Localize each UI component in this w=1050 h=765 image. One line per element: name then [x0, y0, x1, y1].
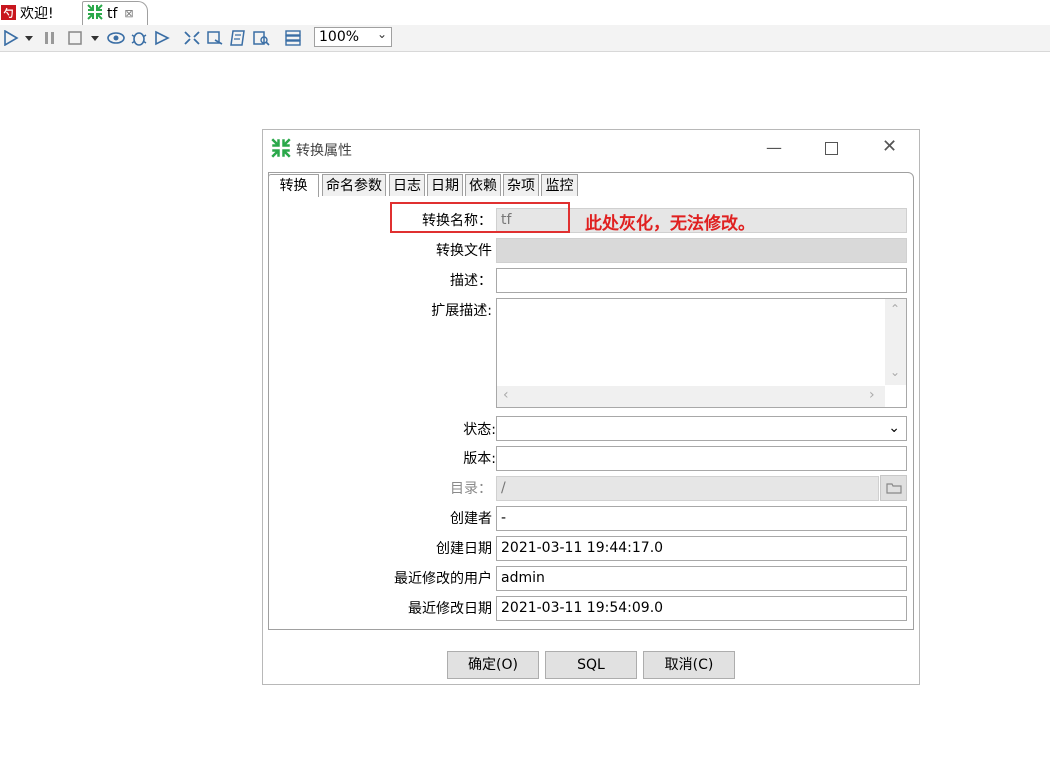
folder-icon — [885, 483, 902, 494]
ok-button[interactable]: 确定(O) — [447, 651, 539, 679]
scroll-down-icon[interactable]: ⌄ — [890, 365, 900, 379]
directory-label: 目录： — [450, 481, 492, 497]
tab-tf[interactable]: tf ⊠ — [82, 1, 148, 25]
preview-eye-icon[interactable] — [106, 29, 126, 47]
tab-welcome[interactable]: 勺 欢迎! — [0, 1, 85, 24]
replay-icon[interactable] — [152, 29, 172, 47]
version-field[interactable] — [496, 446, 907, 471]
status-select[interactable]: ⌄ — [496, 416, 907, 441]
description-field[interactable] — [496, 268, 907, 293]
dialog-title: 转换属性 — [296, 143, 352, 159]
debug-bug-icon[interactable] — [129, 29, 149, 47]
created-date-label: 创建日期 — [436, 541, 492, 557]
stop-icon[interactable] — [66, 29, 84, 47]
transformation-icon — [87, 3, 103, 24]
run-icon[interactable] — [2, 29, 20, 47]
tab-misc[interactable]: 杂项 — [503, 174, 539, 196]
scroll-right-icon[interactable]: › — [869, 387, 875, 403]
close-icon[interactable]: ✕ — [882, 136, 897, 157]
tab-dates[interactable]: 日期 — [427, 174, 463, 196]
zoom-value: 100% — [319, 29, 360, 45]
modified-user-label: 最近修改的用户 — [394, 571, 492, 587]
show-results-icon[interactable] — [283, 29, 303, 47]
creator-field[interactable]: - — [496, 506, 907, 531]
sql-button[interactable]: SQL — [545, 651, 637, 679]
trans-file-field — [496, 238, 907, 263]
modified-date-label: 最近修改日期 — [408, 601, 492, 617]
stop-dropdown-icon[interactable] — [88, 29, 102, 47]
creator-label: 创建者 — [450, 511, 492, 527]
version-label: 版本: — [463, 451, 496, 467]
dialog-transformation-icon — [271, 138, 291, 162]
chevron-down-icon: ⌄ — [888, 420, 900, 436]
zoom-select[interactable]: 100% ⌄ — [314, 27, 392, 47]
directory-field: / — [496, 476, 879, 501]
trans-file-label: 转换文件 — [436, 243, 492, 259]
created-date-field[interactable]: 2021-03-11 19:44:17.0 — [496, 536, 907, 561]
sql-script-icon[interactable] — [228, 29, 248, 47]
tab-named-parameters[interactable]: 命名参数 — [322, 174, 386, 196]
scroll-left-icon[interactable]: ‹ — [503, 387, 509, 403]
explore-db-icon[interactable] — [251, 29, 271, 47]
close-icon[interactable]: ⊠ — [124, 7, 133, 20]
tab-monitoring[interactable]: 监控 — [541, 174, 578, 196]
horizontal-scrollbar[interactable]: ‹ › — [497, 386, 885, 407]
tab-tf-label: tf — [107, 5, 118, 22]
modified-user-field[interactable]: admin — [496, 566, 907, 591]
browse-directory-button[interactable] — [880, 475, 907, 501]
extended-description-label: 扩展描述: — [431, 303, 492, 319]
status-label: 状态: — [463, 422, 496, 438]
maximize-icon[interactable] — [825, 142, 838, 155]
chevron-down-icon: ⌄ — [376, 27, 387, 41]
annotation-highlight-box — [390, 202, 570, 233]
toolbar: 100% ⌄ — [0, 25, 1050, 52]
modified-date-field[interactable]: 2021-03-11 19:54:09.0 — [496, 596, 907, 621]
impact-analysis-icon[interactable] — [205, 29, 225, 47]
scroll-up-icon[interactable]: ⌃ — [890, 302, 900, 316]
pause-icon[interactable] — [42, 29, 58, 47]
editor-tab-bar: 勺 欢迎! tf ⊠ — [0, 0, 1050, 26]
tab-welcome-label: 欢迎! — [20, 5, 54, 22]
annotation-text: 此处灰化，无法修改。 — [585, 214, 755, 234]
vertical-scrollbar[interactable]: ⌃ ⌄ — [885, 299, 906, 385]
tab-transformation[interactable]: 转换 — [268, 174, 319, 197]
extended-description-textarea[interactable]: ⌃ ⌄ ‹ › — [496, 298, 907, 408]
spoon-icon: 勺 — [1, 5, 16, 20]
tab-logging[interactable]: 日志 — [389, 174, 425, 196]
cancel-button[interactable]: 取消(C) — [643, 651, 735, 679]
minimize-icon[interactable]: — — [766, 138, 782, 157]
verify-icon[interactable] — [182, 29, 202, 47]
description-label: 描述： — [450, 273, 492, 289]
run-dropdown-icon[interactable] — [22, 29, 36, 47]
tab-dependencies[interactable]: 依赖 — [465, 174, 501, 196]
